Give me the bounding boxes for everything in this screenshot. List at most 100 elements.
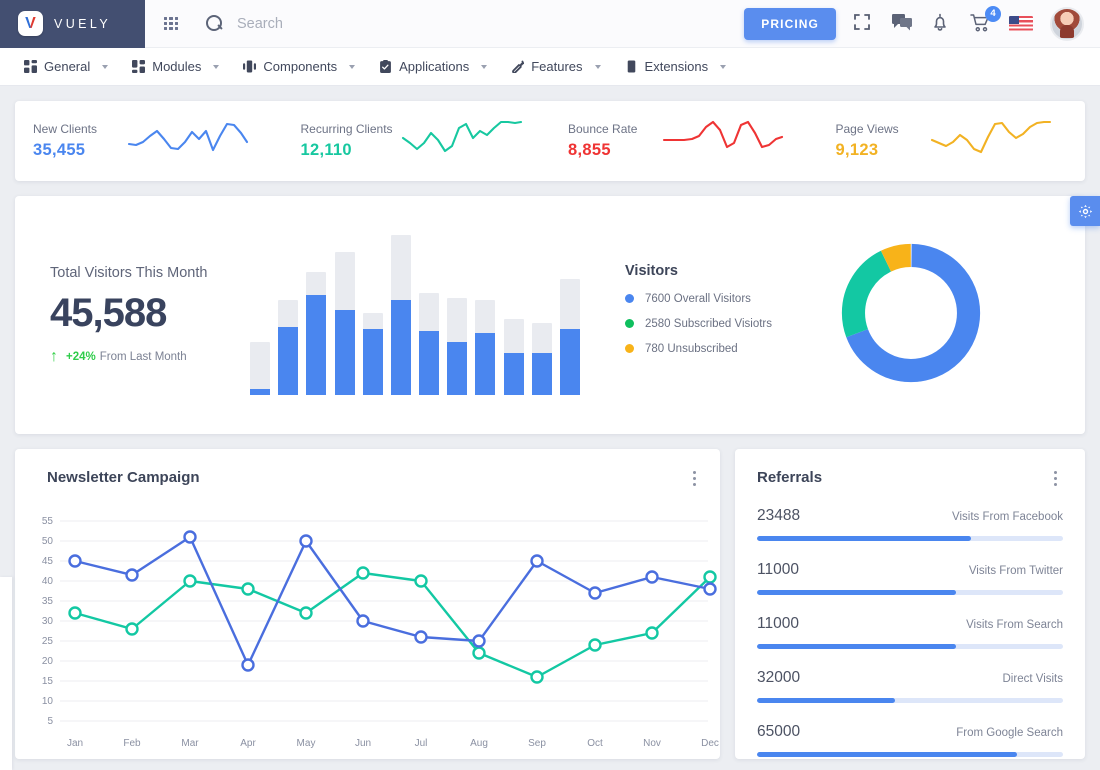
legend-label: 2580 Subscribed Visiotrs	[645, 317, 772, 330]
brand-logo-area[interactable]: V VUELY	[0, 0, 145, 48]
clipboard-icon	[379, 60, 392, 73]
bar-column[interactable]	[531, 235, 552, 395]
svg-text:Mar: Mar	[181, 738, 199, 749]
menu-item-modules[interactable]: Modules	[120, 48, 231, 86]
referral-label: Visits From Facebook	[952, 511, 1063, 523]
chat-icon[interactable]	[892, 13, 914, 35]
legend-dot-icon	[625, 319, 634, 328]
bar-column[interactable]	[306, 235, 327, 395]
total-visitors-delta: ↑ +24% From Last Month	[50, 349, 240, 365]
stat-page-views[interactable]: Page Views 9,123	[818, 101, 1086, 181]
search-input[interactable]	[237, 15, 427, 32]
bar-column[interactable]	[503, 235, 524, 395]
bar-column[interactable]	[334, 235, 355, 395]
referral-progress-fill	[757, 536, 972, 541]
legend-item[interactable]: 7600 Overall Visitors	[625, 293, 825, 305]
stat-label: Page Views	[835, 122, 899, 136]
referral-row[interactable]: 11000 Visits From Search	[757, 615, 1063, 649]
bar-column[interactable]	[475, 235, 496, 395]
stat-new-clients[interactable]: New Clients 35,455	[15, 101, 283, 181]
svg-text:5: 5	[47, 716, 53, 727]
svg-text:Apr: Apr	[240, 738, 256, 749]
referral-row[interactable]: 65000 From Google Search	[757, 723, 1063, 757]
fullscreen-icon[interactable]	[853, 13, 875, 35]
newsletter-card-header: Newsletter Campaign	[29, 469, 702, 487]
referral-value: 23488	[757, 507, 801, 524]
chevron-down-icon	[213, 64, 220, 69]
bar-column[interactable]	[250, 235, 270, 395]
bar-column[interactable]	[390, 235, 411, 395]
referral-progress-track	[757, 752, 1063, 757]
modules-grid-icon	[132, 60, 146, 73]
legend-item[interactable]: 780 Unsubscribed	[625, 343, 825, 355]
delta-suffix: From Last Month	[99, 351, 187, 363]
svg-text:Oct: Oct	[587, 738, 603, 749]
bar-column[interactable]	[559, 235, 580, 395]
bar-column[interactable]	[278, 235, 299, 395]
menu-item-applications[interactable]: Applications	[367, 48, 499, 86]
referral-label: Visits From Twitter	[968, 565, 1063, 577]
stat-value: 9,123	[835, 141, 879, 159]
search-box[interactable]	[206, 6, 446, 42]
chevron-down-icon	[720, 64, 727, 69]
svg-text:40: 40	[42, 576, 54, 587]
avatar[interactable]	[1050, 6, 1084, 41]
bell-icon[interactable]	[931, 13, 953, 35]
svg-text:Jun: Jun	[355, 738, 371, 749]
settings-button[interactable]	[1070, 196, 1100, 226]
legend-dot-icon	[625, 344, 634, 353]
visitors-donut[interactable]	[835, 237, 987, 394]
kebab-menu-icon[interactable]	[1047, 469, 1063, 487]
dashboard-page: V VUELY PRICING	[0, 0, 1100, 770]
legend-item[interactable]: 2580 Subscribed Visiotrs	[625, 318, 825, 330]
content-area: New Clients 35,455 Recurring Clients 12,…	[0, 86, 1100, 770]
chevron-down-icon	[481, 64, 488, 69]
svg-text:30: 30	[42, 616, 54, 627]
chevron-down-icon	[349, 64, 356, 69]
pricing-button[interactable]: PRICING	[744, 7, 836, 40]
gear-icon	[1078, 204, 1092, 218]
referral-value: 11000	[757, 561, 799, 578]
stat-value: 12,110	[300, 141, 352, 159]
referral-value: 32000	[757, 669, 801, 686]
stat-bounce-rate[interactable]: Bounce Rate 8,855	[550, 101, 818, 181]
newsletter-title: Newsletter Campaign	[47, 469, 200, 486]
svg-text:50: 50	[42, 536, 54, 547]
referrals-title: Referrals	[757, 469, 823, 486]
menu-item-features[interactable]: Features	[499, 48, 612, 86]
main-menu-bar: General Modules Components Applications	[0, 48, 1100, 86]
wrench-icon	[511, 60, 525, 73]
referral-progress-fill	[757, 590, 956, 595]
topbar-actions: PRICING 4	[744, 5, 1100, 41]
dashboard-grid-icon	[24, 60, 37, 73]
menu-item-general[interactable]: General	[12, 48, 120, 86]
svg-text:55: 55	[42, 516, 54, 527]
referral-row[interactable]: 11000 Visits From Twitter	[757, 561, 1063, 595]
apps-grid-icon[interactable]	[164, 16, 178, 31]
referral-row[interactable]: 32000 Direct Visits	[757, 669, 1063, 703]
svg-text:May: May	[297, 738, 316, 749]
menu-item-label: Features	[531, 59, 583, 74]
components-icon	[243, 60, 257, 73]
total-visitors-title: Total Visitors This Month	[50, 265, 208, 281]
svg-text:10: 10	[42, 696, 54, 707]
svg-text:45: 45	[42, 556, 54, 567]
bar-column[interactable]	[419, 235, 440, 395]
menu-item-extensions[interactable]: Extensions	[613, 48, 739, 86]
svg-text:25: 25	[42, 636, 54, 647]
cart-icon[interactable]: 4	[970, 5, 1001, 35]
bar-column[interactable]	[447, 235, 468, 395]
bar-column[interactable]	[362, 235, 383, 395]
referral-row[interactable]: 23488 Visits From Facebook	[757, 507, 1063, 541]
menu-item-components[interactable]: Components	[231, 48, 367, 86]
stat-label: Recurring Clients	[300, 122, 393, 136]
kebab-menu-icon[interactable]	[686, 469, 702, 487]
left-edge-panel	[0, 577, 12, 770]
referral-progress-fill	[757, 698, 895, 703]
svg-text:Feb: Feb	[123, 738, 141, 749]
cart-badge: 4	[985, 5, 1001, 22]
stat-recurring-clients[interactable]: Recurring Clients 12,110	[283, 101, 551, 181]
svg-text:Nov: Nov	[643, 738, 661, 749]
svg-text:Aug: Aug	[470, 738, 488, 749]
flag-icon[interactable]	[1009, 16, 1033, 31]
